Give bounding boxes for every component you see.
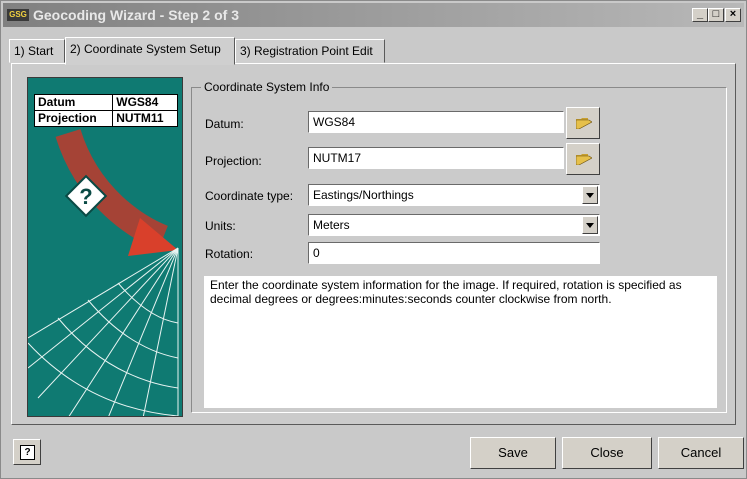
datum-browse-button[interactable] — [566, 107, 600, 139]
cancel-button[interactable]: Cancel — [658, 437, 744, 469]
maximize-button[interactable]: □ — [708, 8, 724, 22]
minimize-button[interactable]: _ — [692, 8, 708, 22]
close-button[interactable]: Close — [562, 437, 652, 469]
question-mark-icon: ? — [79, 184, 92, 209]
datum-projection-table: Datum WGS84 Projection NUTM11 — [33, 94, 178, 127]
chevron-down-icon[interactable] — [582, 186, 598, 204]
close-window-button[interactable]: × — [725, 8, 741, 22]
chevron-down-icon[interactable] — [582, 216, 598, 234]
datum-field[interactable]: WGS84 — [308, 111, 564, 133]
coordinate-type-label: Coordinate type: — [205, 189, 294, 203]
illustration-graphic: ? — [28, 128, 179, 416]
table-key-datum: Datum — [33, 94, 114, 111]
units-select[interactable]: Meters — [308, 214, 600, 236]
projection-field[interactable]: NUTM17 — [308, 147, 564, 169]
folder-open-icon — [576, 154, 592, 165]
folder-open-icon — [576, 118, 592, 129]
tab-coordinate-system-setup[interactable]: 2) Coordinate System Setup — [65, 37, 235, 65]
table-value-datum: WGS84 — [112, 94, 178, 111]
description-text: Enter the coordinate system information … — [204, 276, 717, 408]
coordinate-type-select[interactable]: Eastings/Northings — [308, 184, 600, 206]
table-value-projection: NUTM11 — [112, 110, 178, 127]
window-title: Geocoding Wizard - Step 2 of 3 — [33, 7, 240, 23]
units-value: Meters — [313, 218, 350, 232]
coordinate-type-value: Eastings/Northings — [313, 188, 414, 202]
datum-label: Datum: — [205, 117, 244, 131]
projection-browse-button[interactable] — [566, 143, 600, 175]
projection-label: Projection: — [205, 154, 262, 168]
group-title: Coordinate System Info — [201, 80, 333, 94]
units-label: Units: — [205, 219, 236, 233]
title-bar: GSG Geocoding Wizard - Step 2 of 3 _ □ × — [3, 3, 744, 27]
rotation-field[interactable]: 0 — [308, 242, 600, 264]
illustration-panel: ? Datum WGS84 Projection NUTM11 — [27, 77, 183, 417]
help-button[interactable]: ? — [13, 439, 41, 465]
rotation-label: Rotation: — [205, 247, 254, 261]
tab-registration-point-edit[interactable]: 3) Registration Point Edit — [235, 39, 385, 63]
geocoding-wizard-window: GSG Geocoding Wizard - Step 2 of 3 _ □ ×… — [0, 0, 747, 479]
app-icon: GSG — [7, 9, 29, 21]
help-icon: ? — [20, 445, 35, 460]
tab-start[interactable]: 1) Start — [9, 39, 65, 63]
save-button[interactable]: Save — [470, 437, 556, 469]
table-key-projection: Projection — [33, 110, 114, 127]
